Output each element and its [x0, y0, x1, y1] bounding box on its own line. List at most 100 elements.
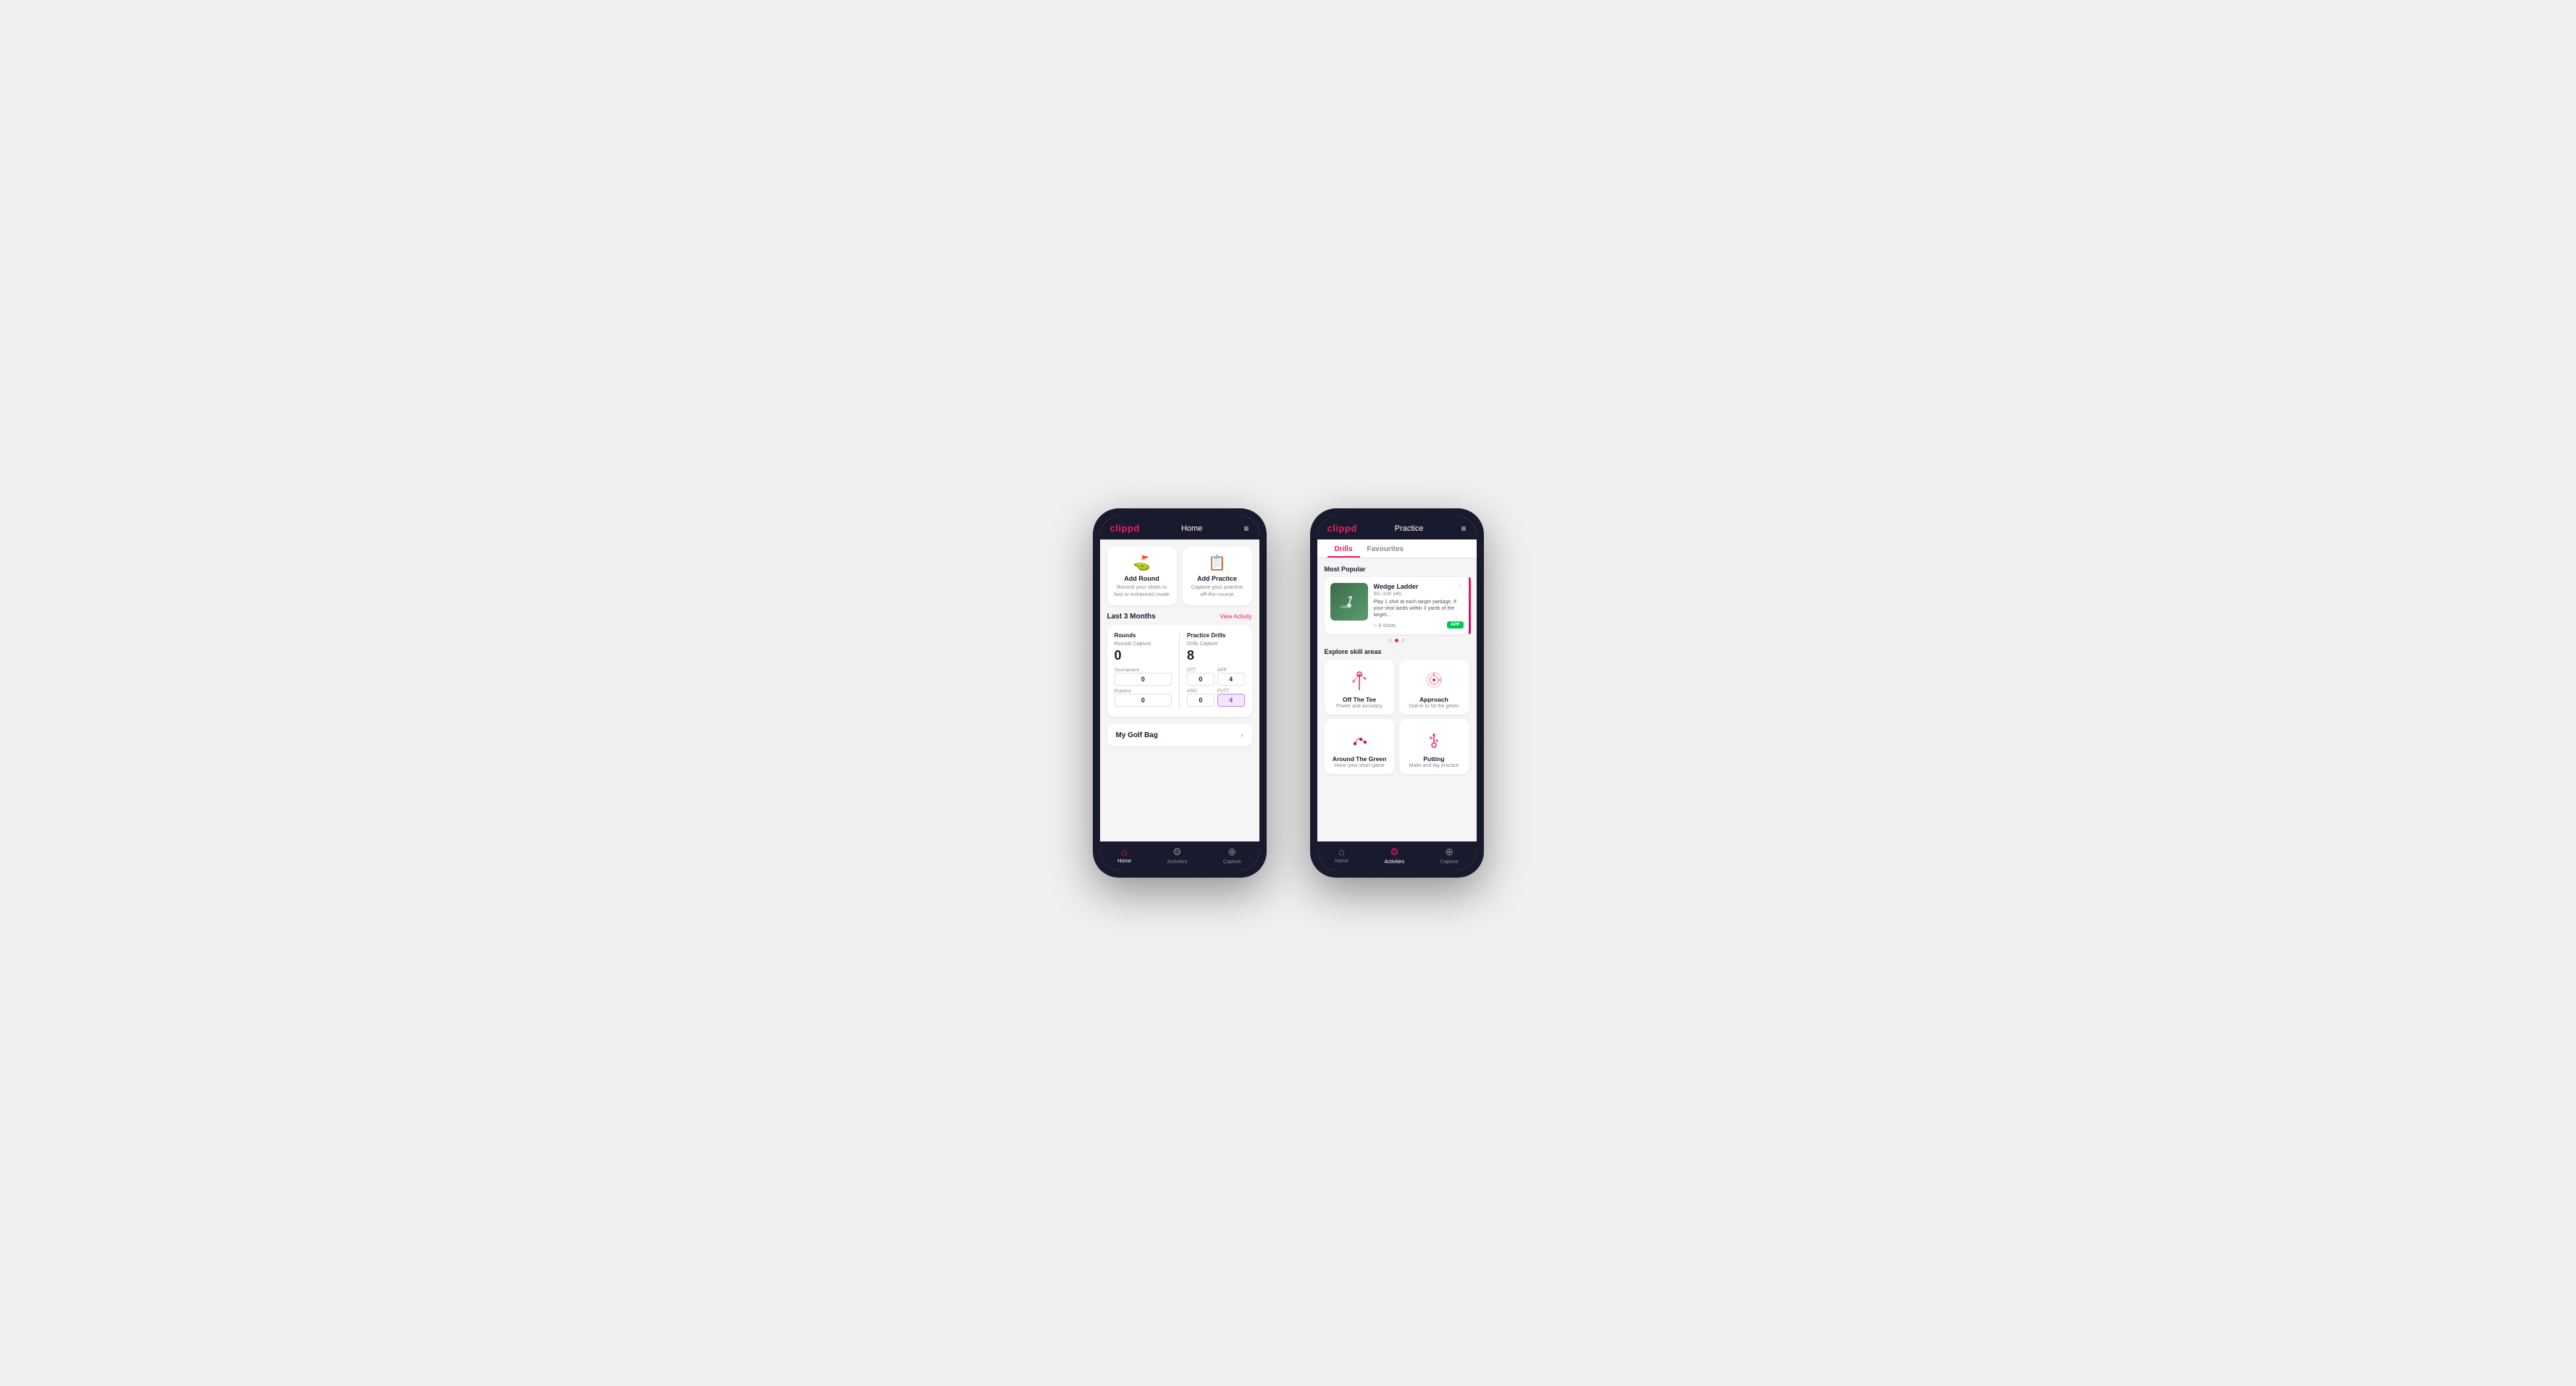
featured-drill-footer: ○ 9 shots APP — [1374, 621, 1464, 629]
practice-header: clippd Practice ≡ — [1317, 516, 1477, 539]
practice-header-title: Practice — [1395, 524, 1424, 533]
app-value: 4 — [1217, 673, 1245, 686]
practice-home-label: Home — [1335, 859, 1348, 864]
add-practice-desc: Capture your practice off-the-course — [1188, 584, 1246, 598]
practice-nav-capture[interactable]: ⊕ Capture — [1440, 846, 1459, 865]
practice-capture-label: Capture — [1440, 860, 1459, 865]
add-practice-title: Add Practice — [1197, 575, 1237, 582]
practice-logo: clippd — [1327, 523, 1357, 534]
add-practice-icon: 📋 — [1208, 554, 1226, 572]
phone-home: clippd Home ≡ ⛳ Add Round Record your sh… — [1093, 508, 1267, 878]
practice-row: Practice 0 — [1115, 689, 1172, 707]
skill-off-the-tee[interactable]: Off The Tee Power and accuracy — [1325, 660, 1395, 715]
app-badge: APP — [1447, 621, 1463, 629]
menu-icon[interactable]: ≡ — [1243, 524, 1249, 533]
off-the-tee-name: Off The Tee — [1343, 696, 1376, 703]
practice-value: 0 — [1115, 694, 1172, 707]
practice-capture-icon: ⊕ — [1445, 846, 1453, 858]
golf-bag-row[interactable]: My Golf Bag › — [1107, 724, 1252, 747]
drills-title: Practice Drills — [1187, 632, 1245, 639]
add-round-title: Add Round — [1124, 575, 1159, 582]
action-cards-row: ⛳ Add Round Record your shots in fast or… — [1107, 547, 1252, 605]
tournament-label: Tournament — [1115, 668, 1172, 673]
add-practice-card[interactable]: 📋 Add Practice Capture your practice off… — [1183, 547, 1252, 605]
drills-row-1: OTT 0 APP 4 — [1187, 668, 1245, 686]
featured-card-wrap: Wedge Ladder 50–100 yds Play 1 shot at e… — [1325, 577, 1469, 634]
dot-3 — [1401, 639, 1405, 642]
practice-nav-home[interactable]: ⌂ Home — [1335, 846, 1348, 865]
stats-box: Rounds Rounds Capture 0 Tournament 0 Pra… — [1107, 625, 1252, 717]
app-item: APP 4 — [1217, 668, 1245, 686]
home-content: ⛳ Add Round Record your shots in fast or… — [1100, 539, 1259, 841]
drills-column: Practice Drills Drills Capture 8 OTT 0 A… — [1187, 632, 1245, 710]
nav-home[interactable]: ⌂ Home — [1117, 846, 1131, 865]
practice-menu-icon[interactable]: ≡ — [1461, 524, 1466, 533]
approach-desc: Dial-in to hit the green — [1409, 704, 1459, 709]
practice-nav-activities[interactable]: ⚙ Activities — [1385, 846, 1405, 865]
chevron-right-icon: › — [1241, 731, 1243, 739]
activities-nav-label: Activities — [1167, 860, 1188, 865]
tab-favourites[interactable]: Favourites — [1360, 539, 1411, 558]
add-round-desc: Record your shots in fast or enhanced mo… — [1113, 584, 1171, 598]
home-nav-icon: ⌂ — [1121, 846, 1127, 857]
arg-value: 0 — [1187, 694, 1214, 707]
off-the-tee-icon — [1346, 667, 1372, 693]
star-icon[interactable]: ☆ — [1457, 583, 1464, 591]
drills-count: 8 — [1187, 648, 1245, 663]
practice-bottom-nav: ⌂ Home ⚙ Activities ⊕ Capture — [1317, 841, 1477, 870]
rounds-title: Rounds — [1115, 632, 1172, 639]
putt-value: 4 — [1217, 694, 1245, 707]
stats-divider — [1179, 632, 1180, 710]
drills-capture-label: Drills Capture — [1187, 642, 1245, 647]
skill-grid: Off The Tee Power and accuracy Approach … — [1325, 660, 1469, 774]
putting-name: Putting — [1423, 755, 1444, 763]
home-nav-label: Home — [1117, 859, 1131, 864]
app-label: APP — [1217, 668, 1245, 673]
explore-title: Explore skill areas — [1325, 648, 1469, 655]
skill-putting[interactable]: Putting Make and lag practice — [1399, 719, 1469, 774]
side-accent — [1469, 577, 1471, 634]
around-the-green-desc: Hone your short game — [1334, 763, 1384, 768]
practice-activities-label: Activities — [1385, 860, 1405, 865]
capture-nav-icon: ⊕ — [1228, 846, 1236, 858]
add-round-card[interactable]: ⛳ Add Round Record your shots in fast or… — [1107, 547, 1177, 605]
logo: clippd — [1110, 523, 1140, 534]
putting-desc: Make and lag practice — [1409, 763, 1459, 768]
drills-row-2: ARG 0 PUTT 4 — [1187, 689, 1245, 707]
shots-count: ○ 9 shots — [1374, 622, 1396, 629]
activity-section-header: Last 3 Months View Activity — [1107, 613, 1252, 621]
rounds-capture-label: Rounds Capture — [1115, 642, 1172, 647]
golf-bag-label: My Golf Bag — [1116, 731, 1158, 739]
carousel-dots — [1325, 639, 1469, 642]
ott-item: OTT 0 — [1187, 668, 1214, 686]
most-popular-label: Most Popular — [1325, 566, 1469, 573]
rounds-column: Rounds Rounds Capture 0 Tournament 0 Pra… — [1115, 632, 1172, 710]
practice-label: Practice — [1115, 689, 1172, 694]
header-title: Home — [1181, 524, 1202, 533]
arg-label: ARG — [1187, 689, 1214, 694]
tab-drills[interactable]: Drills — [1327, 539, 1360, 558]
nav-activities[interactable]: ⚙ Activities — [1167, 846, 1188, 865]
skill-approach[interactable]: Approach Dial-in to hit the green — [1399, 660, 1469, 715]
putt-item: PUTT 4 — [1217, 689, 1245, 707]
capture-nav-label: Capture — [1223, 860, 1241, 865]
practice-home-icon: ⌂ — [1338, 846, 1344, 857]
practice-tabs: Drills Favourites — [1317, 539, 1477, 558]
home-header: clippd Home ≡ — [1100, 516, 1259, 539]
featured-drill-card[interactable]: Wedge Ladder 50–100 yds Play 1 shot at e… — [1325, 577, 1469, 634]
home-bottom-nav: ⌂ Home ⚙ Activities ⊕ Capture — [1100, 841, 1259, 870]
phone-practice: clippd Practice ≡ Drills Favourites Most… — [1310, 508, 1484, 878]
around-the-green-icon — [1346, 726, 1372, 752]
add-round-icon: ⛳ — [1133, 554, 1151, 572]
tournament-value: 0 — [1115, 673, 1172, 686]
putting-icon — [1421, 726, 1447, 752]
skill-around-the-green[interactable]: Around The Green Hone your short game — [1325, 719, 1395, 774]
approach-icon — [1421, 667, 1447, 693]
around-the-green-name: Around The Green — [1333, 755, 1387, 763]
golf-image-placeholder — [1330, 583, 1368, 621]
featured-drill-yardage: 50–100 yds — [1374, 590, 1464, 597]
view-activity-link[interactable]: View Activity — [1220, 613, 1251, 620]
off-the-tee-desc: Power and accuracy — [1336, 704, 1382, 709]
nav-capture[interactable]: ⊕ Capture — [1223, 846, 1241, 865]
featured-drill-desc: Play 1 shot at each target yardage. If y… — [1374, 599, 1464, 618]
